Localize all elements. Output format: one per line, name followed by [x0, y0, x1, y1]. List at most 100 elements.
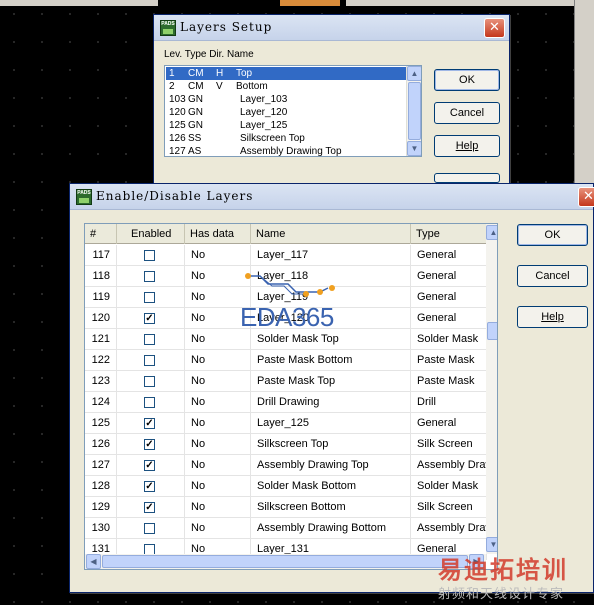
col-header-enabled[interactable]: Enabled	[117, 224, 185, 244]
extra-button[interactable]	[434, 173, 500, 183]
row-number: 123	[85, 371, 117, 392]
scroll-left-arrow-icon[interactable]: ◀	[86, 554, 101, 569]
layer-name-cell: Silkscreen Top	[251, 434, 411, 455]
col-header-type[interactable]: Type	[411, 224, 487, 244]
pads-icon: PADS	[160, 20, 176, 36]
enabled-checkbox[interactable]: ✓	[144, 502, 155, 513]
enabled-checkbox[interactable]: ✓	[144, 313, 155, 324]
enabled-checkbox[interactable]	[144, 355, 155, 366]
scroll-thumb[interactable]	[102, 555, 468, 568]
row-number: 120	[85, 308, 117, 329]
scroll-up-arrow-icon[interactable]: ▲	[407, 66, 421, 81]
eda365-text: EDA365	[240, 302, 334, 332]
row-number: 130	[85, 518, 117, 539]
brand-title: 易迪拓培训	[438, 556, 568, 584]
enabled-checkbox[interactable]	[144, 271, 155, 282]
col-header-has-data[interactable]: Has data	[185, 224, 251, 244]
layer-list-item[interactable]: 125 GN Layer_125	[166, 119, 406, 132]
table-row[interactable]: 129 ✓ No Silkscreen Bottom Silk Screen	[85, 497, 487, 518]
layers-setup-dialog: PADS Layers Setup ✕ Lev. Type Dir. Name …	[153, 14, 510, 190]
layer-type-cell: General	[411, 413, 487, 434]
enabled-checkbox[interactable]	[144, 523, 155, 534]
enabled-checkbox[interactable]	[144, 334, 155, 345]
layer-name-cell: Assembly Drawing Bottom	[251, 518, 411, 539]
table-row[interactable]: 123 No Paste Mask Top Paste Mask	[85, 371, 487, 392]
ok-button[interactable]: OK	[517, 224, 588, 246]
pads-icon: PADS	[76, 189, 92, 205]
enabled-cell	[117, 392, 185, 413]
layer-type: GN	[188, 120, 203, 131]
enabled-cell: ✓	[117, 476, 185, 497]
layer-list-item[interactable]: 2 CM V Bottom	[166, 80, 406, 93]
close-button[interactable]: ✕	[484, 18, 505, 38]
eda365-watermark: EDA365	[240, 272, 356, 334]
grid-header: # Enabled Has data Name Type	[85, 224, 487, 244]
row-number: 122	[85, 350, 117, 371]
close-button[interactable]: ✕	[578, 187, 594, 207]
enabled-checkbox[interactable]: ✓	[144, 418, 155, 429]
layer-type-cell: Silk Screen	[411, 434, 487, 455]
col-header-num[interactable]: #	[85, 224, 117, 244]
layer-name: Top	[236, 68, 253, 79]
enabled-checkbox[interactable]	[144, 292, 155, 303]
enabled-cell: ✓	[117, 455, 185, 476]
layer-list-item[interactable]: 127 AS Assembly Drawing Top	[166, 145, 406, 157]
cancel-button[interactable]: Cancel	[517, 265, 588, 287]
layer-list-item[interactable]: 1 CM H Top	[166, 67, 406, 80]
table-row[interactable]: 126 ✓ No Silkscreen Top Silk Screen	[85, 434, 487, 455]
layer-lev: 1	[169, 68, 175, 79]
enabled-checkbox[interactable]: ✓	[144, 481, 155, 492]
scroll-up-arrow-icon[interactable]: ▲	[486, 225, 497, 240]
table-row[interactable]: 127 ✓ No Assembly Drawing Top Assembly Draw	[85, 455, 487, 476]
layer-lev: 127	[169, 146, 186, 157]
layer-name: Layer_125	[240, 120, 288, 131]
enabled-checkbox[interactable]	[144, 397, 155, 408]
enabled-cell: ✓	[117, 434, 185, 455]
layer-type-cell: Drill	[411, 392, 487, 413]
grid-horizontal-scrollbar[interactable]: ◀ ▶	[85, 554, 486, 569]
cancel-button[interactable]: Cancel	[434, 102, 500, 124]
row-number: 128	[85, 476, 117, 497]
layer-list-scrollbar[interactable]: ▲ ▼	[406, 66, 421, 156]
layer-lev: 120	[169, 107, 186, 118]
enabled-cell	[117, 266, 185, 287]
table-row[interactable]: 122 No Paste Mask Bottom Paste Mask	[85, 350, 487, 371]
layer-list[interactable]: ▲ ▼ 1 CM H Top 2 CM V Bottom 103 GN Layer_103 120 GN…	[164, 65, 422, 157]
col-header-name[interactable]: Name	[251, 224, 411, 244]
table-row[interactable]: 124 No Drill Drawing Drill	[85, 392, 487, 413]
scroll-down-arrow-icon[interactable]: ▼	[407, 141, 421, 156]
enable-disable-dialog: PADS Enable/Disable Layers ✕ # Enabled H…	[69, 183, 594, 593]
row-number: 117	[85, 245, 117, 266]
table-row[interactable]: 130 No Assembly Drawing Bottom Assembly Dra…	[85, 518, 487, 539]
row-number: 121	[85, 329, 117, 350]
layer-list-item[interactable]: 103 GN Layer_103	[166, 93, 406, 106]
layer-list-item[interactable]: 126 SS Silkscreen Top	[166, 132, 406, 145]
enabled-cell: ✓	[117, 413, 185, 434]
layer-name-cell: Drill Drawing	[251, 392, 411, 413]
layer-name-cell: Paste Mask Bottom	[251, 350, 411, 371]
layer-type-cell: Paste Mask	[411, 350, 487, 371]
scroll-thumb[interactable]	[487, 322, 497, 340]
layer-type: GN	[188, 94, 203, 105]
has-data-cell: No	[185, 350, 251, 371]
enabled-checkbox[interactable]	[144, 250, 155, 261]
table-row[interactable]: 128 ✓ No Solder Mask Bottom Solder Mask	[85, 476, 487, 497]
layer-list-item[interactable]: 120 GN Layer_120	[166, 106, 406, 119]
toolbar-tab	[280, 0, 340, 6]
scroll-thumb[interactable]	[408, 82, 421, 140]
enabled-cell: ✓	[117, 497, 185, 518]
ok-button[interactable]: OK	[434, 69, 500, 91]
table-row[interactable]: 125 ✓ No Layer_125 General	[85, 413, 487, 434]
has-data-cell: No	[185, 245, 251, 266]
table-row[interactable]: 117 No Layer_117 General	[85, 245, 487, 266]
help-button[interactable]: Help	[517, 306, 588, 328]
enabled-checkbox[interactable]: ✓	[144, 460, 155, 471]
enabled-checkbox[interactable]: ✓	[144, 439, 155, 450]
help-button[interactable]: Help	[434, 135, 500, 157]
has-data-cell: No	[185, 476, 251, 497]
layers-setup-titlebar: PADS Layers Setup ✕	[154, 15, 509, 41]
top-strip	[0, 0, 594, 8]
has-data-cell: No	[185, 434, 251, 455]
enabled-checkbox[interactable]	[144, 376, 155, 387]
grid-vertical-scrollbar[interactable]: ▲ ▼	[486, 224, 497, 554]
